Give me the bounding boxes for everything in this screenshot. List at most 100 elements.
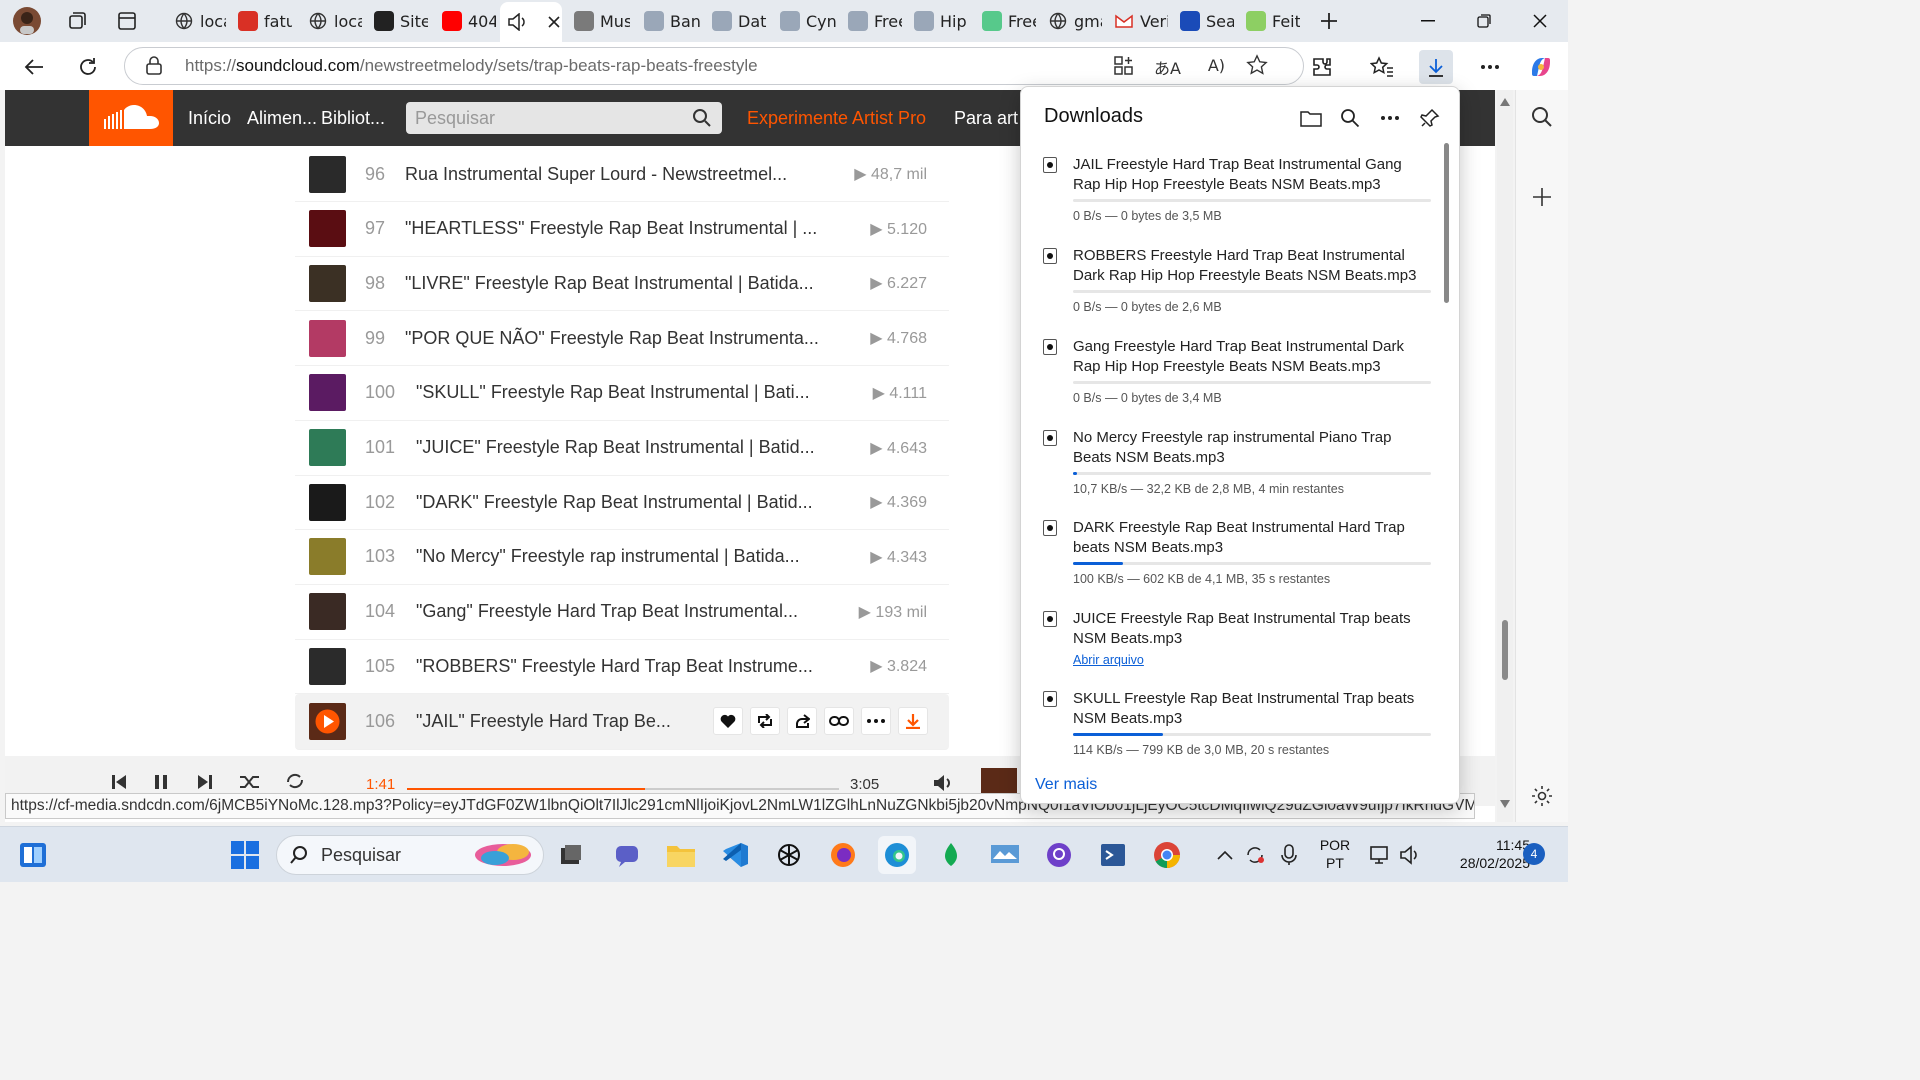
new-tab-button[interactable] — [1310, 2, 1348, 40]
restore-button[interactable] — [1456, 0, 1512, 42]
nav-library[interactable]: Bibliot... — [321, 90, 385, 146]
track-artwork[interactable] — [309, 264, 346, 302]
browser-tab[interactable]: Hip — [906, 4, 970, 38]
repost-button[interactable] — [750, 707, 780, 735]
download-file-name[interactable]: JAIL Freestyle Hard Trap Beat Instrument… — [1073, 155, 1433, 195]
track-row[interactable]: 99 "POR QUE NÃO" Freestyle Rap Beat Instr… — [295, 311, 949, 367]
browser-tab[interactable]: Free — [840, 4, 902, 38]
browser-tab[interactable]: Ban — [636, 4, 700, 38]
chatgpt-icon[interactable] — [770, 836, 808, 874]
track-row[interactable]: 103 "No Mercy" Freestyle rap instrumental… — [295, 530, 949, 585]
refresh-button[interactable] — [71, 50, 105, 84]
browser-tab[interactable]: Dat — [704, 4, 768, 38]
notification-badge[interactable]: 4 — [1523, 843, 1545, 865]
mongodb-icon[interactable] — [932, 836, 970, 874]
volume-tray-icon[interactable] — [1392, 836, 1430, 874]
track-row[interactable]: 102 "DARK" Freestyle Rap Beat Instrumenta… — [295, 475, 949, 531]
track-artwork[interactable] — [309, 155, 346, 193]
close-tab-icon[interactable] — [548, 13, 560, 32]
next-icon[interactable] — [197, 774, 213, 794]
track-title[interactable]: "HEARTLESS" Freestyle Rap Beat Instrumen… — [405, 218, 817, 239]
clock[interactable]: 11:45 28/02/2025 — [1426, 836, 1530, 872]
browser-tab[interactable]: Sea — [1172, 4, 1234, 38]
browser-tab[interactable]: Cyn — [772, 4, 836, 38]
track-artwork[interactable] — [309, 210, 346, 248]
download-track-button[interactable] — [898, 707, 928, 735]
track-artwork[interactable] — [309, 647, 346, 685]
track-artwork[interactable] — [309, 374, 346, 412]
track-row[interactable]: 100 "SKULL" Freestyle Rap Beat Instrument… — [295, 366, 949, 421]
browser-tab[interactable]: Feit — [1238, 4, 1300, 38]
back-button[interactable] — [17, 50, 51, 84]
track-artwork[interactable] — [309, 429, 346, 466]
copy-link-button[interactable] — [824, 707, 854, 735]
minimize-button[interactable] — [1400, 0, 1456, 42]
see-more-link[interactable]: Ver mais — [1035, 776, 1097, 794]
address-bar[interactable]: https://soundcloud.com/newstreetmelody/s… — [124, 47, 1304, 85]
sidebar-add-icon[interactable] — [1531, 186, 1553, 212]
browser-tab[interactable] — [500, 2, 562, 42]
download-file-name[interactable]: JUICE Freestyle Rap Beat Instrumental Tr… — [1073, 609, 1433, 649]
download-file-name[interactable]: DARK Freestyle Rap Beat Instrumental Har… — [1073, 518, 1433, 558]
github-icon[interactable] — [1040, 836, 1078, 874]
browser-tab[interactable]: Mus — [566, 4, 630, 38]
open-folder-icon[interactable] — [1298, 105, 1324, 131]
artist-pro-link[interactable]: Experimente Artist Pro — [747, 90, 926, 146]
download-file-name[interactable]: ROBBERS Freestyle Hard Trap Beat Instrum… — [1073, 246, 1433, 286]
track-row[interactable]: 96 Rua Instrumental Super Lourd - Newstre… — [295, 147, 949, 202]
extensions-icon[interactable] — [1305, 50, 1339, 84]
track-title[interactable]: "ROBBERS" Freestyle Hard Trap Beat Instr… — [416, 656, 813, 677]
download-file-name[interactable]: Gang Freestyle Hard Trap Beat Instrument… — [1073, 337, 1433, 377]
search-downloads-icon[interactable] — [1337, 105, 1363, 131]
track-row[interactable]: 97 "HEARTLESS" Freestyle Rap Beat Instrum… — [295, 202, 949, 257]
track-title[interactable]: "POR QUE NÃO" Freestyle Rap Beat Instrum… — [405, 328, 819, 349]
track-artwork[interactable] — [309, 703, 346, 740]
soundcloud-logo[interactable] — [89, 90, 173, 146]
share-button[interactable] — [787, 707, 817, 735]
browser-tab[interactable]: loca — [166, 4, 226, 38]
previous-icon[interactable] — [111, 774, 127, 794]
browser-tab[interactable]: loca — [300, 4, 362, 38]
downloads-more-icon[interactable] — [1377, 105, 1403, 131]
track-artwork[interactable] — [309, 593, 346, 631]
microphone-icon[interactable] — [1270, 836, 1308, 874]
track-more-button[interactable] — [861, 707, 891, 735]
teams-icon[interactable] — [608, 836, 646, 874]
copilot-icon[interactable] — [1524, 50, 1558, 84]
chrome-icon[interactable] — [1148, 836, 1186, 874]
page-scrollbar[interactable] — [1497, 90, 1513, 822]
repeat-icon[interactable] — [285, 772, 305, 794]
file-explorer-icon[interactable] — [662, 836, 700, 874]
track-title[interactable]: "Gang" Freestyle Hard Trap Beat Instrume… — [416, 601, 798, 622]
taskbar-search[interactable]: Pesquisar — [276, 835, 544, 875]
app-available-icon[interactable] — [1113, 55, 1135, 81]
track-title[interactable]: "JUICE" Freestyle Rap Beat Instrumental … — [416, 437, 815, 458]
for-artists-link[interactable]: Para art — [954, 90, 1018, 146]
read-aloud-icon[interactable]: A) — [1208, 56, 1225, 75]
nav-home[interactable]: Início — [188, 90, 231, 146]
browser-tab[interactable]: Site — [366, 4, 428, 38]
sidebar-settings-icon[interactable] — [1530, 784, 1554, 812]
input-language[interactable]: POR PT — [1312, 836, 1358, 872]
profile-avatar[interactable] — [8, 2, 46, 40]
task-view-icon[interactable] — [552, 836, 590, 874]
pause-icon[interactable] — [153, 774, 169, 794]
track-title[interactable]: Rua Instrumental Super Lourd - Newstreet… — [405, 164, 787, 185]
close-window-button[interactable] — [1512, 0, 1568, 42]
track-row[interactable]: 101 "JUICE" Freestyle Rap Beat Instrument… — [295, 421, 949, 476]
track-artwork[interactable] — [309, 483, 346, 521]
shuffle-icon[interactable] — [239, 774, 261, 794]
search-input[interactable] — [406, 102, 676, 134]
firefox-icon[interactable] — [824, 836, 862, 874]
sync-icon[interactable] — [1236, 836, 1274, 874]
downloads-scrollbar[interactable] — [1444, 143, 1449, 303]
browser-tab[interactable]: fatu — [230, 4, 292, 38]
more-menu-icon[interactable] — [1473, 50, 1507, 84]
browser-tab[interactable]: gma — [1040, 4, 1102, 38]
downloads-button[interactable] — [1419, 50, 1453, 84]
sidebar-search-icon[interactable] — [1531, 106, 1553, 132]
player-progress[interactable] — [407, 788, 839, 790]
track-row[interactable]: 106 "JAIL" Freestyle Hard Trap Be... — [295, 694, 949, 750]
translate-icon[interactable]: あA — [1154, 55, 1181, 79]
favorites-icon[interactable] — [1365, 50, 1399, 84]
